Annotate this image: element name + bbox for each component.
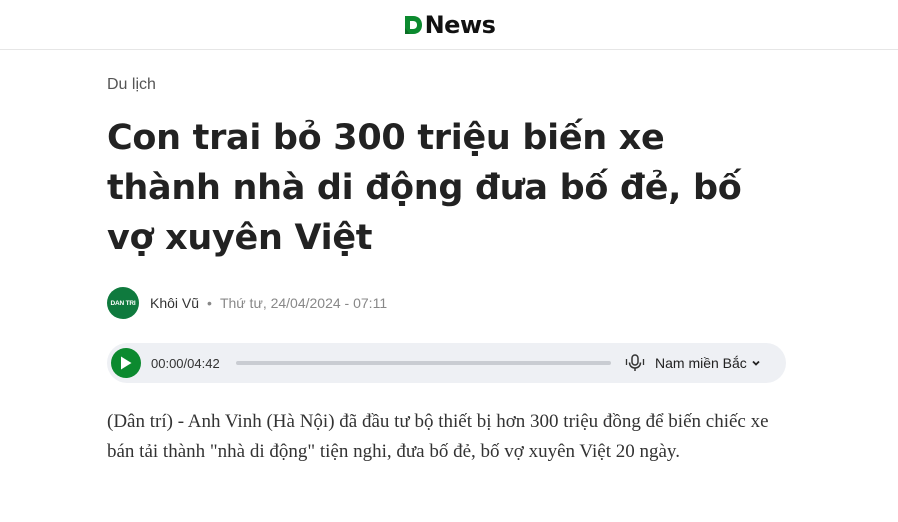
voice-settings-button[interactable] (625, 353, 645, 373)
play-button[interactable] (111, 348, 141, 378)
dnews-logo-icon (404, 15, 422, 34)
separator-dot: • (207, 295, 212, 311)
site-logo[interactable]: News (403, 11, 496, 39)
author-avatar[interactable]: DAN TRI (107, 287, 139, 319)
chevron-down-icon (752, 360, 760, 366)
byline: DAN TRI Khôi Vũ • Thứ tư, 24/04/2024 - 0… (107, 286, 387, 320)
voice-label: Nam miền Bắc (655, 355, 747, 371)
audio-progress-bar[interactable] (236, 361, 611, 365)
voice-selector[interactable]: Nam miền Bắc (655, 355, 761, 371)
article-lead: (Dân trí) - Anh Vinh (Hà Nội) đã đầu tư … (107, 411, 769, 462)
site-header: News (0, 0, 898, 50)
article-title: Con trai bỏ 300 triệu biến xe thành nhà … (107, 118, 742, 258)
play-icon (121, 356, 132, 370)
publish-date: Thứ tư, 24/04/2024 - 07:11 (219, 295, 388, 311)
audio-time: 00:00/04:42 (151, 355, 220, 371)
category-link[interactable]: Du lịch (107, 76, 156, 94)
mic-icon (625, 354, 645, 371)
logo-text: News (424, 10, 496, 39)
audio-player: 00:00/04:42 Nam miền Bắc (107, 343, 786, 383)
author-name[interactable]: Khôi Vũ (150, 295, 199, 311)
